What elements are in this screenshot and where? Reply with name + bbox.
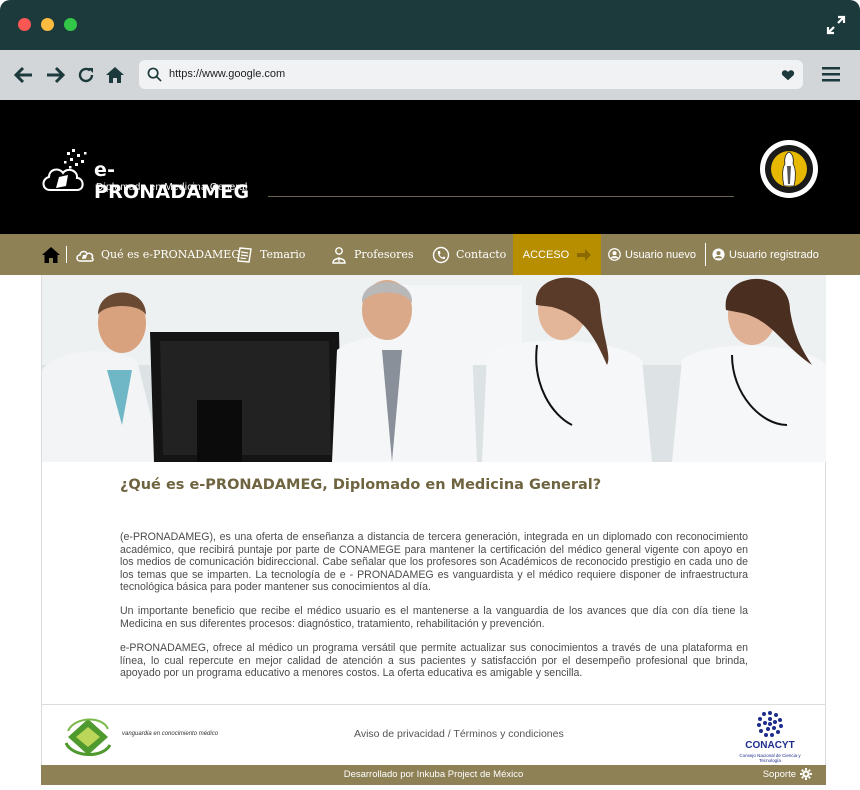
brand-subtitle: Diplomado en Medicina General — [96, 182, 248, 193]
support-label: Soporte — [762, 768, 796, 780]
user-icon — [712, 248, 725, 261]
user-icon — [608, 248, 621, 261]
usuario-registrado-link[interactable]: Usuario registrado — [712, 234, 819, 275]
benefit-paragraph: Un importante beneficio que recibe el mé… — [120, 605, 748, 630]
academy-seal-icon — [760, 140, 818, 198]
nav-home[interactable] — [42, 234, 60, 275]
forward-arrow-icon[interactable] — [45, 65, 65, 85]
url-text[interactable]: https://www.google.com — [169, 68, 285, 80]
footer-tagline: vanguardia en conocimiento médico — [122, 731, 219, 737]
doctor-icon — [332, 246, 346, 264]
developer-credit: Desarrollado por Inkuba Project de Méxic… — [343, 769, 524, 780]
document-icon — [237, 246, 252, 263]
header-divider — [268, 196, 734, 197]
usuario-nuevo-link[interactable]: Usuario nuevo — [608, 234, 696, 275]
support-link[interactable]: Soporte — [763, 768, 812, 780]
cloud-book-icon — [42, 149, 87, 191]
site-footer: vanguardia en conocimiento médico Aviso … — [42, 704, 826, 765]
nav-profesores[interactable]: Profesores — [330, 234, 414, 275]
main-nav: Qué es e-PRONADAMEG Temario Profesores C… — [0, 234, 860, 275]
reload-icon[interactable] — [76, 65, 96, 85]
program-paragraph: e-PRONADAMEG, ofrece al médico un progra… — [120, 642, 748, 679]
nav-label: Contacto — [456, 248, 507, 261]
hero-doctors-image — [42, 275, 826, 462]
address-bar[interactable]: https://www.google.com — [139, 60, 803, 89]
site-header: e-PRONADAMEG Diplomado en Medicina Gener… — [0, 100, 860, 234]
brand-title: e-PRONADAMEG — [94, 159, 250, 203]
nav-label: Temario — [260, 248, 306, 261]
acceso-button[interactable]: ACCESO — [513, 234, 601, 275]
conacyt-name: CONACYT — [745, 740, 795, 751]
hamburger-menu-icon[interactable] — [822, 66, 840, 82]
nav-temario[interactable]: Temario — [236, 234, 305, 275]
home-icon[interactable] — [105, 65, 125, 85]
browser-titlebar — [0, 0, 860, 50]
interfarma-logo-icon — [64, 718, 112, 756]
usuario-nuevo-label: Usuario nuevo — [625, 248, 696, 261]
close-window-button[interactable] — [18, 18, 31, 31]
cloud-icon — [76, 250, 94, 262]
nav-divider — [705, 243, 706, 266]
conacyt-logo: CONACYT Consejo Nacional de Ciencia y Te… — [732, 710, 812, 763]
heart-icon[interactable] — [781, 68, 795, 82]
nav-label: Profesores — [354, 248, 414, 261]
conacyt-dots-icon — [757, 711, 783, 737]
arrow-right-icon — [577, 248, 592, 261]
browser-toolbar: https://www.google.com — [0, 50, 860, 100]
home-icon — [42, 246, 60, 263]
search-icon — [147, 67, 162, 82]
maximize-window-button[interactable] — [64, 18, 77, 31]
page-title: ¿Qué es e-PRONADAMEG, Diplomado en Medic… — [120, 477, 602, 493]
site-logo[interactable]: e-PRONADAMEG Diplomado en Medicina Gener… — [40, 146, 260, 203]
usuario-registrado-label: Usuario registrado — [729, 248, 819, 261]
back-arrow-icon[interactable] — [14, 65, 34, 85]
nav-divider — [66, 246, 67, 263]
intro-paragraph: (e-PRONADAMEG), es una oferta de enseñan… — [120, 531, 748, 593]
nav-contacto[interactable]: Contacto — [432, 234, 506, 275]
conacyt-subtitle: Consejo Nacional de Ciencia y Tecnología — [739, 753, 801, 763]
phone-icon — [432, 246, 450, 263]
fullscreen-icon[interactable] — [826, 15, 846, 35]
nav-que-es[interactable]: Qué es e-PRONADAMEG — [75, 234, 240, 275]
nav-label: Qué es e-PRONADAMEG — [101, 248, 241, 261]
bottom-bar: Desarrollado por Inkuba Project de Méxic… — [41, 765, 826, 785]
main-content: ¿Qué es e-PRONADAMEG, Diplomado en Medic… — [41, 275, 826, 765]
gear-icon — [800, 768, 812, 780]
acceso-label: ACCESO — [522, 248, 570, 261]
legal-link[interactable]: Aviso de privacidad / Términos y condici… — [354, 728, 564, 740]
minimize-window-button[interactable] — [41, 18, 54, 31]
